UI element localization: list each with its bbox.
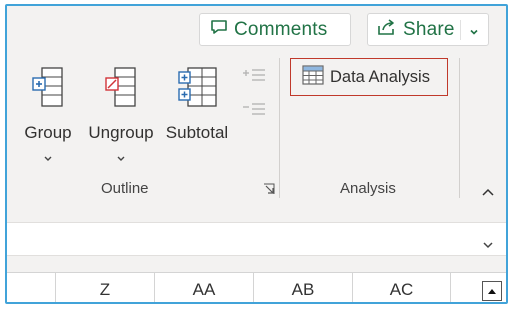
hide-detail-icon[interactable] xyxy=(241,100,267,125)
comment-icon xyxy=(210,19,228,41)
column-header-row: Z AA AB AC xyxy=(7,272,506,302)
ribbon-group-divider xyxy=(459,58,460,198)
comments-button[interactable]: Comments xyxy=(199,13,351,46)
analysis-group-title: Analysis xyxy=(340,180,396,197)
show-detail-icon[interactable] xyxy=(241,66,267,91)
dialog-launcher-icon[interactable] xyxy=(263,182,275,200)
formula-bar[interactable] xyxy=(7,222,506,256)
ungroup-icon xyxy=(101,66,141,113)
subtotal-button[interactable]: Subtotal xyxy=(161,66,233,143)
column-header[interactable]: Z xyxy=(56,273,155,302)
column-header[interactable]: AB xyxy=(254,273,353,302)
group-button[interactable]: Group xyxy=(21,66,75,168)
group-label: Group xyxy=(24,123,72,142)
chevron-down-icon[interactable] xyxy=(468,22,480,44)
column-header[interactable]: AC xyxy=(353,273,451,302)
ungroup-button[interactable]: Ungroup xyxy=(83,66,159,168)
chevron-down-icon xyxy=(43,150,53,168)
chevron-down-icon[interactable] xyxy=(482,236,494,254)
group-icon xyxy=(28,66,68,113)
data-analysis-button[interactable]: Data Analysis xyxy=(290,58,448,96)
scroll-up-button[interactable] xyxy=(482,281,502,301)
share-label: Share xyxy=(403,18,455,40)
column-header[interactable]: AA xyxy=(155,273,254,302)
ungroup-label: Ungroup xyxy=(88,123,154,142)
chevron-down-icon xyxy=(116,150,126,168)
share-button[interactable]: Share xyxy=(367,13,489,46)
share-icon xyxy=(377,18,397,42)
column-header-partial[interactable] xyxy=(7,273,56,302)
data-analysis-icon xyxy=(302,64,324,90)
data-analysis-label: Data Analysis xyxy=(330,67,430,86)
chevron-up-icon[interactable] xyxy=(481,184,495,202)
excel-window-frame: Comments Share Group Ungroup Subtotal Ou… xyxy=(5,4,508,304)
ribbon-group-divider xyxy=(279,58,280,198)
subtotal-label: Subtotal xyxy=(165,123,229,142)
share-divider xyxy=(460,20,461,40)
subtotal-icon xyxy=(174,66,220,113)
outline-group-title: Outline xyxy=(101,180,149,197)
comments-label: Comments xyxy=(234,18,328,40)
